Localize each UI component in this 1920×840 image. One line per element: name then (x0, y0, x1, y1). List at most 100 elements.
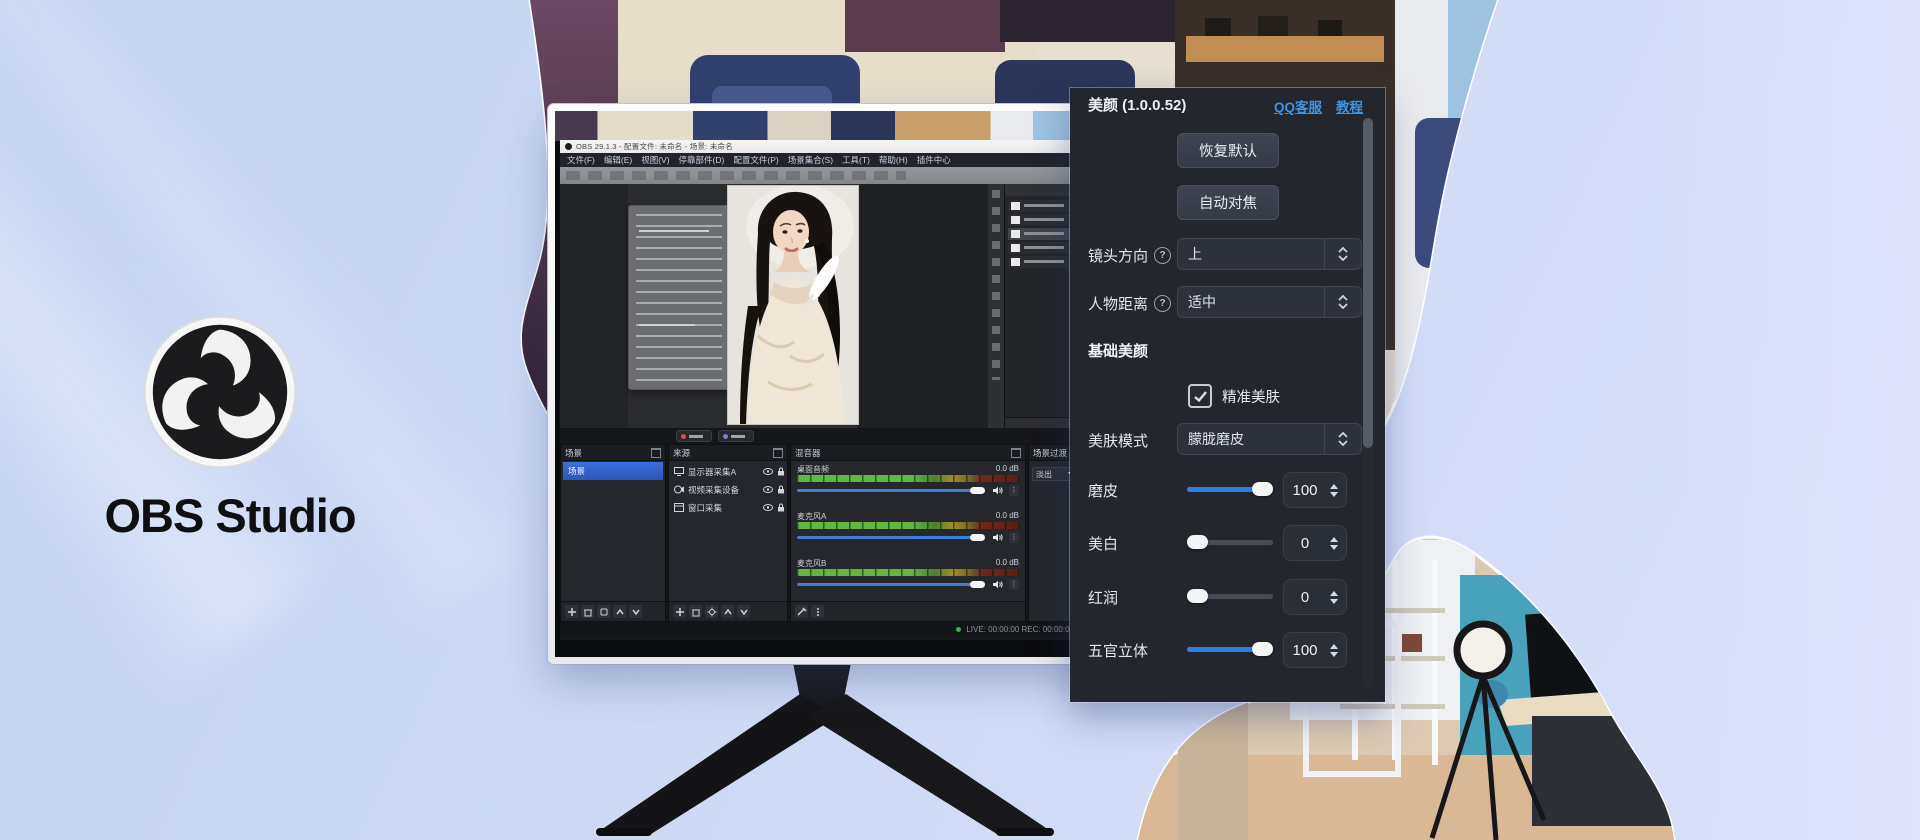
stepper-down-icon[interactable] (1330, 652, 1338, 657)
stepper-up-icon[interactable] (1330, 644, 1338, 649)
stepper-up-icon[interactable] (1330, 591, 1338, 596)
volume-meter (797, 569, 1019, 576)
lock-icon[interactable] (777, 467, 785, 476)
menu-tools[interactable]: 工具(T) (842, 154, 870, 166)
menu-scene-collection[interactable]: 场景集合(S) (788, 154, 833, 166)
volume-slider[interactable]: ⋮ (797, 532, 1019, 542)
subject-distance-select[interactable]: 适中 (1177, 286, 1362, 318)
stepper-down-icon[interactable] (1330, 599, 1338, 604)
slider-handle[interactable] (1187, 535, 1208, 549)
menu-help[interactable]: 帮助(H) (879, 154, 908, 166)
add-source-button[interactable] (673, 605, 686, 618)
chevron-down-icon (1338, 440, 1348, 446)
autofocus-button[interactable]: 自动对焦 (1177, 185, 1279, 220)
source-row[interactable]: 视频采集设备 (671, 481, 785, 498)
menu-plugin-center[interactable]: 插件中心 (917, 154, 951, 166)
stepper-down-icon[interactable] (1330, 545, 1338, 550)
slider-track[interactable] (1187, 647, 1273, 652)
volume-handle[interactable] (970, 581, 985, 588)
whitening-value-box[interactable]: 0 (1283, 525, 1347, 561)
help-icon[interactable]: ? (1154, 295, 1171, 312)
qq-support-link[interactable]: QQ客服 (1274, 96, 1322, 116)
slider-handle[interactable] (1187, 589, 1208, 603)
menu-docks[interactable]: 停靠部件(D) (679, 154, 725, 166)
smoothing-value-box[interactable]: 100 (1283, 472, 1347, 508)
preview-mode-button[interactable] (718, 430, 754, 442)
lock-icon[interactable] (777, 503, 785, 512)
speaker-icon[interactable] (993, 580, 1003, 589)
move-scene-down-button[interactable] (629, 605, 642, 618)
channel-name: 桌面音频 (797, 464, 829, 474)
obs-statusbar: LIVE: 00:00:00 REC: 00:00:00 (560, 622, 1082, 637)
channel-menu-button[interactable]: ⋮ (1009, 532, 1019, 543)
button-text-mark (689, 435, 703, 438)
obs-titlebar[interactable]: OBS 29.1.3 - 配置文件: 未命名 - 场景: 未命名 (560, 140, 1082, 153)
move-source-up-button[interactable] (721, 605, 734, 618)
scenes-dock-header[interactable]: 场景 (561, 445, 665, 461)
monitor-screen: OBS 29.1.3 - 配置文件: 未命名 - 场景: 未命名 文件(F) 编… (555, 111, 1086, 657)
chevron-down-icon (1338, 255, 1348, 261)
select-spinner[interactable] (1324, 239, 1361, 269)
select-spinner[interactable] (1324, 424, 1361, 454)
face-definition-value-box[interactable]: 100 (1283, 632, 1347, 668)
move-source-down-button[interactable] (737, 605, 750, 618)
skin-mode-label: 美肤模式 (1088, 430, 1148, 451)
skin-mode-select[interactable]: 朦胧磨皮 (1177, 423, 1362, 455)
reset-defaults-button[interactable]: 恢复默认 (1177, 133, 1279, 168)
volume-handle[interactable] (970, 534, 985, 541)
speaker-icon[interactable] (993, 533, 1003, 542)
volume-handle[interactable] (970, 487, 985, 494)
slider-handle[interactable] (1252, 482, 1273, 496)
sources-dock: 来源 显示器采集A 视频采集设备 窗 (668, 444, 788, 622)
mixer-menu-button[interactable] (811, 605, 824, 618)
stepper-down-icon[interactable] (1330, 492, 1338, 497)
menu-edit[interactable]: 编辑(E) (604, 154, 632, 166)
volume-slider[interactable]: ⋮ (797, 579, 1019, 589)
channel-menu-button[interactable]: ⋮ (1009, 485, 1019, 496)
precise-skin-checkbox-row[interactable]: 精准美肤 (1188, 384, 1280, 408)
tutorial-link[interactable]: 教程 (1336, 96, 1363, 116)
visibility-eye-icon[interactable] (763, 486, 773, 493)
stepper-up-icon[interactable] (1330, 484, 1338, 489)
sources-dock-header[interactable]: 来源 (669, 445, 787, 461)
visibility-eye-icon[interactable] (763, 468, 773, 475)
scrollbar-thumb[interactable] (1363, 118, 1373, 448)
slider-track[interactable] (1187, 487, 1273, 492)
obs-preview[interactable] (560, 184, 1082, 428)
scene-item-selected[interactable]: 场景 (563, 462, 663, 480)
sources-dock-toolbar (669, 601, 787, 621)
volume-slider[interactable]: ⋮ (797, 485, 1019, 495)
lock-icon[interactable] (777, 485, 785, 494)
menu-file[interactable]: 文件(F) (567, 154, 595, 166)
menu-profile[interactable]: 配置文件(P) (733, 154, 778, 166)
lens-direction-select[interactable]: 上 (1177, 238, 1362, 270)
add-scene-button[interactable] (565, 605, 578, 618)
source-row[interactable]: 显示器采集A (671, 463, 785, 480)
speaker-icon[interactable] (993, 486, 1003, 495)
popout-icon (1011, 448, 1021, 458)
slider-handle[interactable] (1252, 642, 1273, 656)
captured-tool-strip (988, 184, 1004, 428)
remove-scene-button[interactable] (581, 605, 594, 618)
channel-menu-button[interactable]: ⋮ (1009, 579, 1019, 590)
rosy-value-box[interactable]: 0 (1283, 579, 1347, 615)
source-properties-button[interactable] (705, 605, 718, 618)
layer-row (1008, 200, 1078, 212)
volume-meter (797, 475, 1019, 482)
obs-logo-block: OBS Studio (60, 312, 400, 562)
stepper-up-icon[interactable] (1330, 537, 1338, 542)
source-row[interactable]: 窗口采集 (671, 499, 785, 516)
visibility-eye-icon[interactable] (763, 504, 773, 511)
slider-track[interactable] (1187, 540, 1273, 545)
move-scene-up-button[interactable] (613, 605, 626, 618)
slider-track[interactable] (1187, 594, 1273, 599)
preview-toggle-button[interactable] (676, 430, 712, 442)
menu-view[interactable]: 视图(V) (641, 154, 669, 166)
help-icon[interactable]: ? (1154, 247, 1171, 264)
scene-filters-button[interactable] (597, 605, 610, 618)
remove-source-button[interactable] (689, 605, 702, 618)
mixer-dock-header[interactable]: 混音器 (791, 445, 1025, 461)
mixer-config-button[interactable] (795, 605, 808, 618)
select-spinner[interactable] (1324, 287, 1361, 317)
checkbox-checked[interactable] (1188, 384, 1212, 408)
